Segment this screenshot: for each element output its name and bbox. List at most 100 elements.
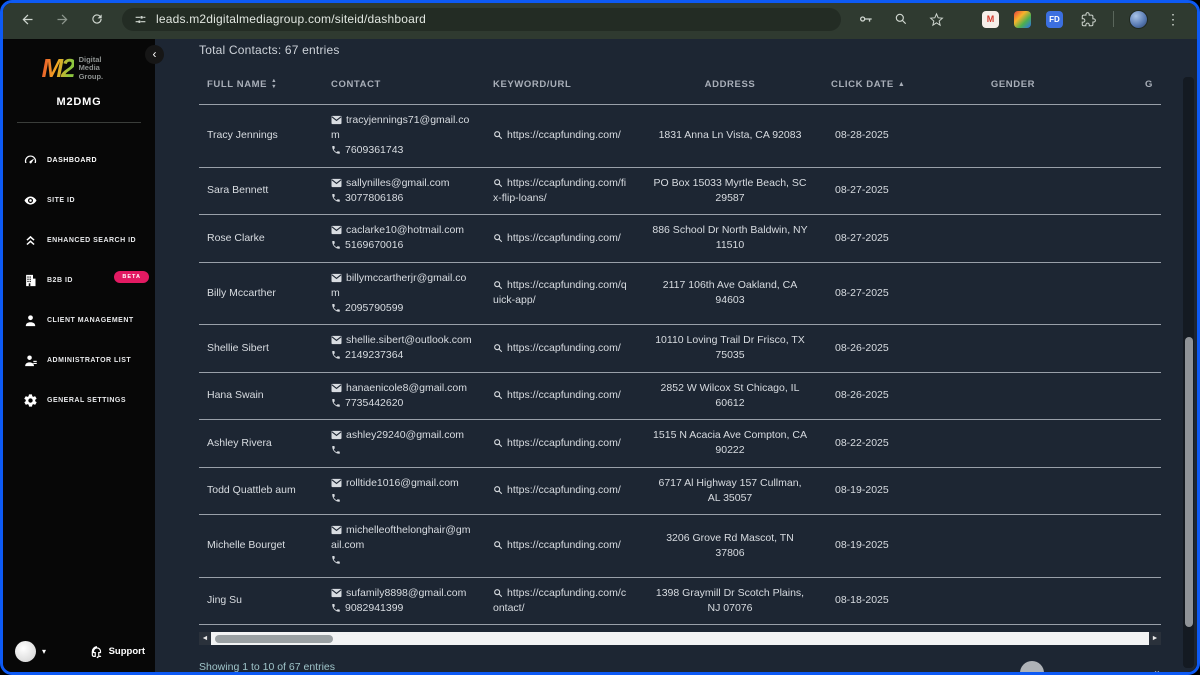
horizontal-scrollbar[interactable]: ◄ ► bbox=[199, 632, 1161, 646]
cell-click-date: 08-27-2025 bbox=[835, 286, 889, 299]
sidebar: ‹ M2 Digital Media Group. M2DMG DASHBOAR… bbox=[3, 39, 164, 672]
reload-button[interactable] bbox=[87, 9, 107, 29]
profile-avatar[interactable] bbox=[1129, 9, 1148, 29]
passwords-key-icon[interactable] bbox=[856, 9, 876, 29]
cell-extra bbox=[1091, 388, 1161, 404]
logo: M2 Digital Media Group. bbox=[3, 53, 155, 84]
column-header-g: G bbox=[1145, 79, 1153, 90]
forward-button[interactable] bbox=[52, 9, 72, 29]
search-icon bbox=[493, 177, 507, 189]
column-header-full-name[interactable]: FULL NAME ▲ ▼ bbox=[199, 79, 323, 90]
sidebar-item-label: ENHANCED SEARCH ID bbox=[47, 237, 137, 244]
search-icon bbox=[493, 437, 507, 449]
total-contacts-label: Total Contacts: 67 entries bbox=[199, 43, 340, 57]
hscroll-left-arrow[interactable]: ◄ bbox=[199, 632, 211, 646]
cell-keyword-url: https://ccapfunding.com/contact/ bbox=[493, 586, 627, 614]
table-row[interactable]: Hana Swain hanaenicole8@gmail.com 77354426… bbox=[199, 373, 1161, 421]
gear-icon bbox=[23, 393, 38, 408]
sidebar-item-client-management[interactable]: CLIENT MANAGEMENT bbox=[3, 305, 155, 336]
bookmark-star-button[interactable] bbox=[926, 9, 946, 29]
cell-contact: hanaenicole8@gmail.com 7735442620 bbox=[323, 373, 485, 419]
building-icon bbox=[23, 273, 38, 288]
envelope-icon bbox=[331, 524, 346, 536]
cell-contact: tracyjennings71@gmail.com 7609361743 bbox=[331, 114, 470, 157]
sidebar-item-dashboard[interactable]: DASHBOARD bbox=[3, 145, 155, 176]
cell-gender bbox=[935, 128, 1091, 144]
envelope-icon bbox=[331, 272, 346, 284]
vscroll-thumb[interactable] bbox=[1184, 337, 1193, 627]
hscroll-right-arrow[interactable]: ► bbox=[1149, 632, 1161, 646]
cell-contact: shellie.sibert@outlook.com 2149237364 bbox=[323, 325, 485, 371]
extension-colorpicker[interactable] bbox=[1014, 10, 1031, 28]
sidebar-item-administrator-list[interactable]: ADMINISTRATOR LIST bbox=[3, 345, 155, 376]
cell-full-name: Hana Swain bbox=[207, 389, 264, 402]
vertical-scrollbar[interactable] bbox=[1183, 77, 1194, 668]
cell-gender bbox=[935, 285, 1091, 301]
cell-keyword-url: https://ccapfunding.com/ bbox=[485, 223, 637, 254]
pagination-next-icon[interactable]: » bbox=[1154, 666, 1161, 672]
table-row[interactable]: Billy Mccarther billymccartherjr@gmail.co… bbox=[199, 263, 1161, 326]
table-row[interactable]: Tracy Jennings tracyjennings71@gmail.com 7… bbox=[199, 105, 1161, 168]
cell-contact: sallynilles@gmail.com 3077806186 bbox=[323, 168, 485, 214]
user-avatar[interactable] bbox=[15, 641, 36, 662]
search-icon bbox=[493, 389, 507, 401]
cell-address: 1515 N Acacia Ave Compton, CA 90222 bbox=[653, 429, 807, 457]
sort-icon: ▲ ▼ bbox=[271, 79, 278, 90]
search-icon bbox=[493, 342, 507, 354]
table-row[interactable]: Todd Quattleb aum rolltide1016@gmail.com h… bbox=[199, 468, 1161, 515]
table-row[interactable]: Rose Clarke caclarke10@hotmail.com 5169670… bbox=[199, 215, 1161, 263]
sidebar-collapse-button[interactable]: ‹ bbox=[145, 45, 164, 64]
cell-click-date: 08-22-2025 bbox=[835, 436, 889, 449]
cell-full-name: Jing Su bbox=[207, 594, 243, 607]
extension-fd[interactable]: FD bbox=[1046, 10, 1063, 28]
extension-m[interactable]: M bbox=[982, 10, 999, 28]
sidebar-item-b2b-id[interactable]: B2B ID BETA bbox=[3, 265, 155, 296]
cell-full-name: Ashley Rivera bbox=[207, 436, 272, 449]
sidebar-item-general-settings[interactable]: GENERAL SETTINGS bbox=[3, 385, 155, 416]
cell-click-date: 08-18-2025 bbox=[835, 594, 889, 607]
showing-entries-label: Showing 1 to 10 of 67 entries bbox=[199, 661, 336, 672]
cell-keyword-url: https://ccapfunding.com/ bbox=[485, 333, 637, 364]
table-row[interactable]: Jing Su sufamily8898@gmail.com 9082941399 h… bbox=[199, 578, 1161, 626]
cell-gender bbox=[935, 483, 1091, 499]
cell-extra bbox=[1091, 183, 1161, 199]
column-header-keyword-url: KEYWORD/URL bbox=[493, 79, 572, 90]
sidebar-item-label: DASHBOARD bbox=[47, 157, 97, 164]
table-row[interactable]: Shellie Sibert shellie.sibert@outlook.com… bbox=[199, 325, 1161, 373]
hscroll-thumb[interactable] bbox=[215, 634, 333, 643]
sidebar-nav: DASHBOARD SITE ID ENHANCED SEARCH ID B2B ID… bbox=[3, 145, 155, 416]
search-icon bbox=[493, 587, 507, 599]
back-button[interactable] bbox=[17, 9, 37, 29]
cell-full-name: Billy Mccarther bbox=[207, 286, 276, 299]
cell-address: 2117 106th Ave Oakland, CA 94603 bbox=[662, 279, 798, 307]
zoom-button[interactable] bbox=[891, 9, 911, 29]
forward-arrow-icon bbox=[57, 14, 67, 24]
phone-icon bbox=[331, 302, 345, 314]
headset-icon bbox=[91, 645, 101, 658]
pagination-page-button[interactable] bbox=[1020, 661, 1045, 672]
table-row[interactable]: Sara Bennett sallynilles@gmail.com 3077806… bbox=[199, 168, 1161, 216]
cell-full-name: Shellie Sibert bbox=[207, 341, 269, 354]
browser-menu-button[interactable]: ⋮ bbox=[1163, 9, 1183, 29]
column-header-contact: CONTACT bbox=[331, 79, 381, 90]
table-row[interactable]: Michelle Bourget michelleofthelonghair@gm… bbox=[199, 515, 1161, 578]
cell-address: PO Box 15033 Myrtle Beach, SC 29587 bbox=[653, 176, 807, 204]
cell-extra bbox=[1091, 230, 1161, 246]
table-row[interactable]: Ashley Rivera ashley29240@gmail.com https:… bbox=[199, 420, 1161, 468]
cell-contact: michelleofthelonghair@gmail.com bbox=[323, 515, 485, 577]
caret-down-icon[interactable]: ▾ bbox=[42, 647, 46, 656]
envelope-icon bbox=[331, 382, 346, 394]
pagination: » bbox=[1020, 661, 1161, 672]
support-button[interactable]: Support bbox=[90, 645, 145, 659]
envelope-icon bbox=[331, 334, 346, 346]
sidebar-item-site-id[interactable]: SITE ID bbox=[3, 185, 155, 216]
column-header-click-date[interactable]: CLICK DATE ▲ bbox=[823, 79, 935, 90]
sidebar-divider bbox=[17, 122, 141, 123]
sidebar-item-enhanced-search-id[interactable]: ENHANCED SEARCH ID bbox=[3, 225, 155, 256]
extensions-puzzle-button[interactable] bbox=[1078, 9, 1098, 29]
cell-address: 3206 Grove Rd Mascot, TN 37806 bbox=[666, 531, 794, 559]
address-bar[interactable]: leads.m2digitalmediagroup.com/siteid/das… bbox=[122, 7, 841, 31]
cell-click-date: 08-27-2025 bbox=[835, 231, 889, 244]
logo-m2-text: M2 bbox=[41, 53, 75, 83]
logo-subtitle: Digital Media Group. bbox=[78, 54, 104, 81]
